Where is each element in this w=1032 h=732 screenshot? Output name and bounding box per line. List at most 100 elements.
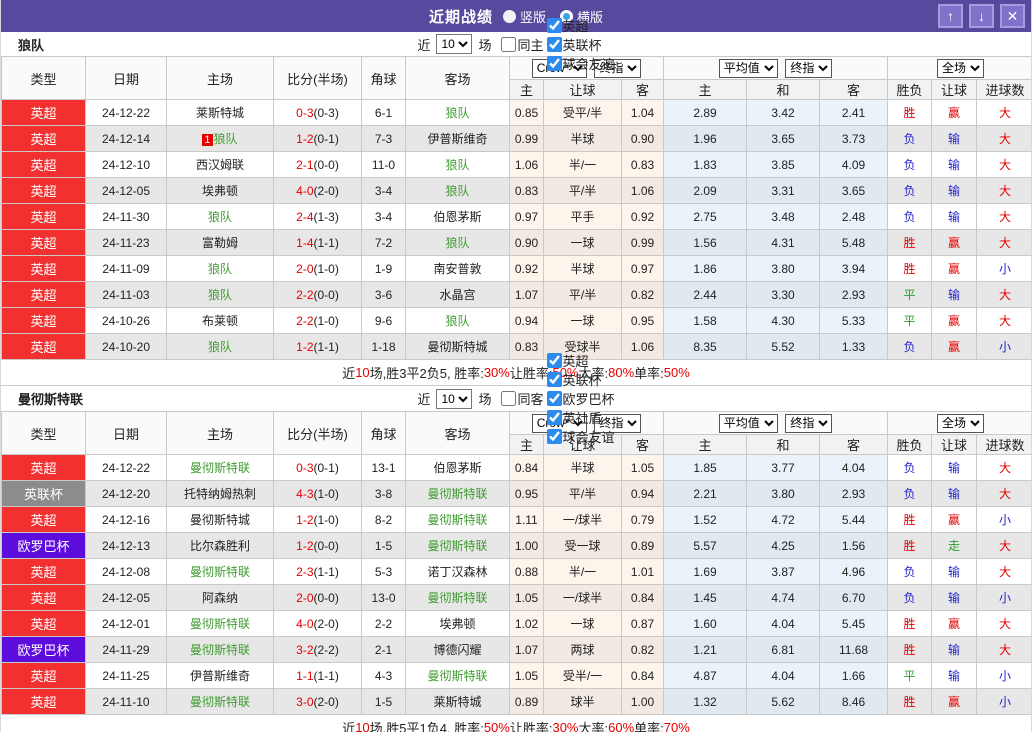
- result-cell: 负: [888, 126, 932, 152]
- corner-score: 4-3: [362, 663, 406, 689]
- match-count-select[interactable]: 10: [436, 34, 472, 54]
- away-team-name: 狼队: [445, 184, 469, 198]
- league-badge: 英超: [2, 663, 86, 689]
- league-badge: 英超: [2, 126, 86, 152]
- league-badge: 英超: [2, 334, 86, 360]
- goals-cell: 大: [977, 230, 1032, 256]
- league-checkbox-英超[interactable]: 英超: [547, 351, 615, 370]
- goals-cell: 小: [977, 689, 1032, 715]
- fulltime-score: 0-3: [296, 461, 313, 475]
- matches-label: 场: [478, 35, 491, 54]
- odds-away: 0.90: [622, 126, 664, 152]
- league-checkbox-英联杯[interactable]: 英联杯: [547, 370, 615, 389]
- match-score: 0-3(0-1): [274, 455, 362, 481]
- fulltime-score: 3-2: [296, 643, 313, 657]
- same-venue-checkbox[interactable]: 同客: [495, 389, 544, 408]
- league-badge: 英超: [2, 100, 86, 126]
- halftime-score: (1-3): [314, 210, 339, 224]
- league-checkbox-球会友谊[interactable]: 球会友谊: [547, 54, 615, 73]
- goals-cell: 大: [977, 204, 1032, 230]
- odds-home: 1.02: [510, 611, 544, 637]
- corner-score: 2-1: [362, 637, 406, 663]
- fulltime-score: 1-2: [296, 132, 313, 146]
- home-team-name: 曼彻斯特城: [190, 513, 250, 527]
- league-checkbox-input[interactable]: [547, 410, 562, 425]
- arrow-up-icon: ↑: [947, 9, 954, 23]
- odds-home: 1.11: [510, 507, 544, 533]
- league-badge: 英超: [2, 455, 86, 481]
- corner-score: 1-9: [362, 256, 406, 282]
- avg-home-odds: 2.21: [664, 481, 747, 507]
- section-1-filter-row: 狼队 近 10 场 同主 英超英联杯球会友谊: [1, 32, 1031, 56]
- league-checkbox-英社盾[interactable]: 英社盾: [547, 408, 615, 427]
- odds-handicap: 平/半: [544, 481, 622, 507]
- avg-away-odds: 5.48: [820, 230, 888, 256]
- fulltime-score: 4-0: [296, 184, 313, 198]
- match-date: 24-11-29: [86, 637, 167, 663]
- near-label: 近: [417, 35, 430, 54]
- goals-cell: 大: [977, 178, 1032, 204]
- same-venue-checkbox[interactable]: 同主: [495, 35, 544, 54]
- away-team: 伯恩茅斯: [406, 455, 510, 481]
- away-team-name: 诺丁汉森林: [427, 565, 487, 579]
- match-date: 24-12-22: [86, 455, 167, 481]
- scroll-up-button[interactable]: ↑: [938, 4, 963, 28]
- average-select[interactable]: 平均值: [719, 414, 778, 433]
- same-venue-checkbox-input[interactable]: [501, 391, 516, 406]
- avg-away-odds: 3.94: [820, 256, 888, 282]
- league-checkbox-input[interactable]: [547, 37, 562, 52]
- league-badge: 英联杯: [2, 481, 86, 507]
- match-count-select[interactable]: 10: [436, 389, 472, 409]
- close-button[interactable]: ✕: [1000, 4, 1025, 28]
- league-checkbox-英超[interactable]: 英超: [547, 16, 615, 35]
- home-team-name: 狼队: [208, 288, 232, 302]
- halftime-score: (0-3): [314, 106, 339, 120]
- avg-draw-odds: 3.80: [747, 481, 820, 507]
- league-badge: 英超: [2, 559, 86, 585]
- home-team: 曼彻斯特城: [167, 507, 274, 533]
- league-label-text: 欧罗巴杯: [563, 389, 615, 408]
- summary-segment: 10: [355, 720, 369, 732]
- home-team-name: 狼队: [214, 132, 238, 146]
- league-checkbox-欧罗巴杯[interactable]: 欧罗巴杯: [547, 389, 615, 408]
- handicap-result-cell: 赢: [932, 308, 977, 334]
- league-checkbox-input[interactable]: [547, 56, 562, 71]
- fulltime-score: 1-2: [296, 340, 313, 354]
- table-row: 英超24-12-01曼彻斯特联4-0(2-0)2-2埃弗顿1.02一球0.871…: [2, 611, 1032, 637]
- corner-score: 5-3: [362, 559, 406, 585]
- fulltime-select[interactable]: 全场: [937, 414, 984, 433]
- league-checkbox-input[interactable]: [547, 429, 562, 444]
- handicap-result-cell: 输: [932, 663, 977, 689]
- col-date: 日期: [86, 412, 167, 455]
- same-venue-checkbox-input[interactable]: [501, 37, 516, 52]
- scroll-down-button[interactable]: ↓: [969, 4, 994, 28]
- avg-draw-odds: 3.65: [747, 126, 820, 152]
- odds-handicap: 平手: [544, 204, 622, 230]
- fulltime-score: 2-2: [296, 314, 313, 328]
- average-stage-select[interactable]: 终指: [785, 414, 832, 433]
- avg-draw-odds: 4.72: [747, 507, 820, 533]
- league-checkbox-英联杯[interactable]: 英联杯: [547, 35, 615, 54]
- summary-segment: 近: [342, 363, 355, 382]
- league-checkbox-球会友谊[interactable]: 球会友谊: [547, 427, 615, 446]
- away-team: 狼队: [406, 152, 510, 178]
- fulltime-select[interactable]: 全场: [937, 59, 984, 78]
- home-team: 曼彻斯特联: [167, 559, 274, 585]
- odds-handicap: 一/球半: [544, 507, 622, 533]
- odds-home: 0.97: [510, 204, 544, 230]
- halftime-score: (1-0): [314, 487, 339, 501]
- league-checkbox-input[interactable]: [547, 372, 562, 387]
- corner-score: 8-2: [362, 507, 406, 533]
- match-score: 1-2(1-1): [274, 334, 362, 360]
- fulltime-score: 4-0: [296, 617, 313, 631]
- average-select[interactable]: 平均值: [719, 59, 778, 78]
- league-checkbox-input[interactable]: [547, 18, 562, 33]
- league-checkbox-input[interactable]: [547, 391, 562, 406]
- handicap-result-cell: 输: [932, 559, 977, 585]
- average-stage-select[interactable]: 终指: [785, 59, 832, 78]
- league-checkbox-input[interactable]: [547, 353, 562, 368]
- odds-home: 0.95: [510, 481, 544, 507]
- summary-segment: 单率:: [634, 718, 664, 732]
- halftime-score: (1-1): [314, 565, 339, 579]
- odds-away: 1.06: [622, 178, 664, 204]
